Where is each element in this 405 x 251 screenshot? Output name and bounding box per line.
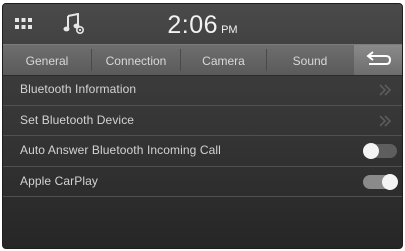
list-item-label: Bluetooth Information	[20, 82, 137, 96]
status-bar: 2:06 PM	[3, 4, 402, 44]
toggle-knob	[382, 173, 398, 190]
apple-carplay-toggle[interactable]	[363, 173, 398, 190]
list-item-auto-answer: Auto Answer Bluetooth Incoming Call	[3, 136, 402, 167]
clock-ampm: PM	[221, 24, 238, 36]
tab-sound[interactable]: Sound	[267, 45, 353, 75]
list-item-label: Set Bluetooth Device	[20, 112, 135, 127]
tab-connection[interactable]: Connection	[92, 45, 180, 75]
list-item-bluetooth-information[interactable]: Bluetooth Information	[3, 75, 402, 106]
toggle-knob	[363, 143, 379, 159]
clock-time: 2:06	[167, 11, 219, 39]
screen-frame: 2:06 PM General Connection Camera Sound B…	[2, 3, 403, 249]
list-item-set-bluetooth-device[interactable]: Set Bluetooth Device	[3, 106, 402, 136]
settings-tab-bar: General Connection Camera Sound	[3, 44, 402, 76]
tab-camera[interactable]: Camera	[181, 45, 266, 75]
bluetooth-settings-list: Bluetooth Information Set Bluetooth Devi…	[3, 75, 402, 197]
list-item-label: Auto Answer Bluetooth Incoming Call	[20, 143, 221, 157]
back-arrow-icon	[366, 51, 392, 65]
list-item-apple-carplay: Apple CarPlay	[3, 167, 402, 197]
list-item-label: Apple CarPlay	[20, 173, 99, 188]
back-button[interactable]	[354, 45, 402, 75]
auto-answer-toggle[interactable]	[363, 143, 397, 159]
chevron-right-icon	[379, 84, 392, 96]
tab-general[interactable]: General	[3, 45, 91, 75]
clock: 2:06 PM	[3, 11, 402, 40]
chevron-right-icon	[379, 114, 392, 127]
